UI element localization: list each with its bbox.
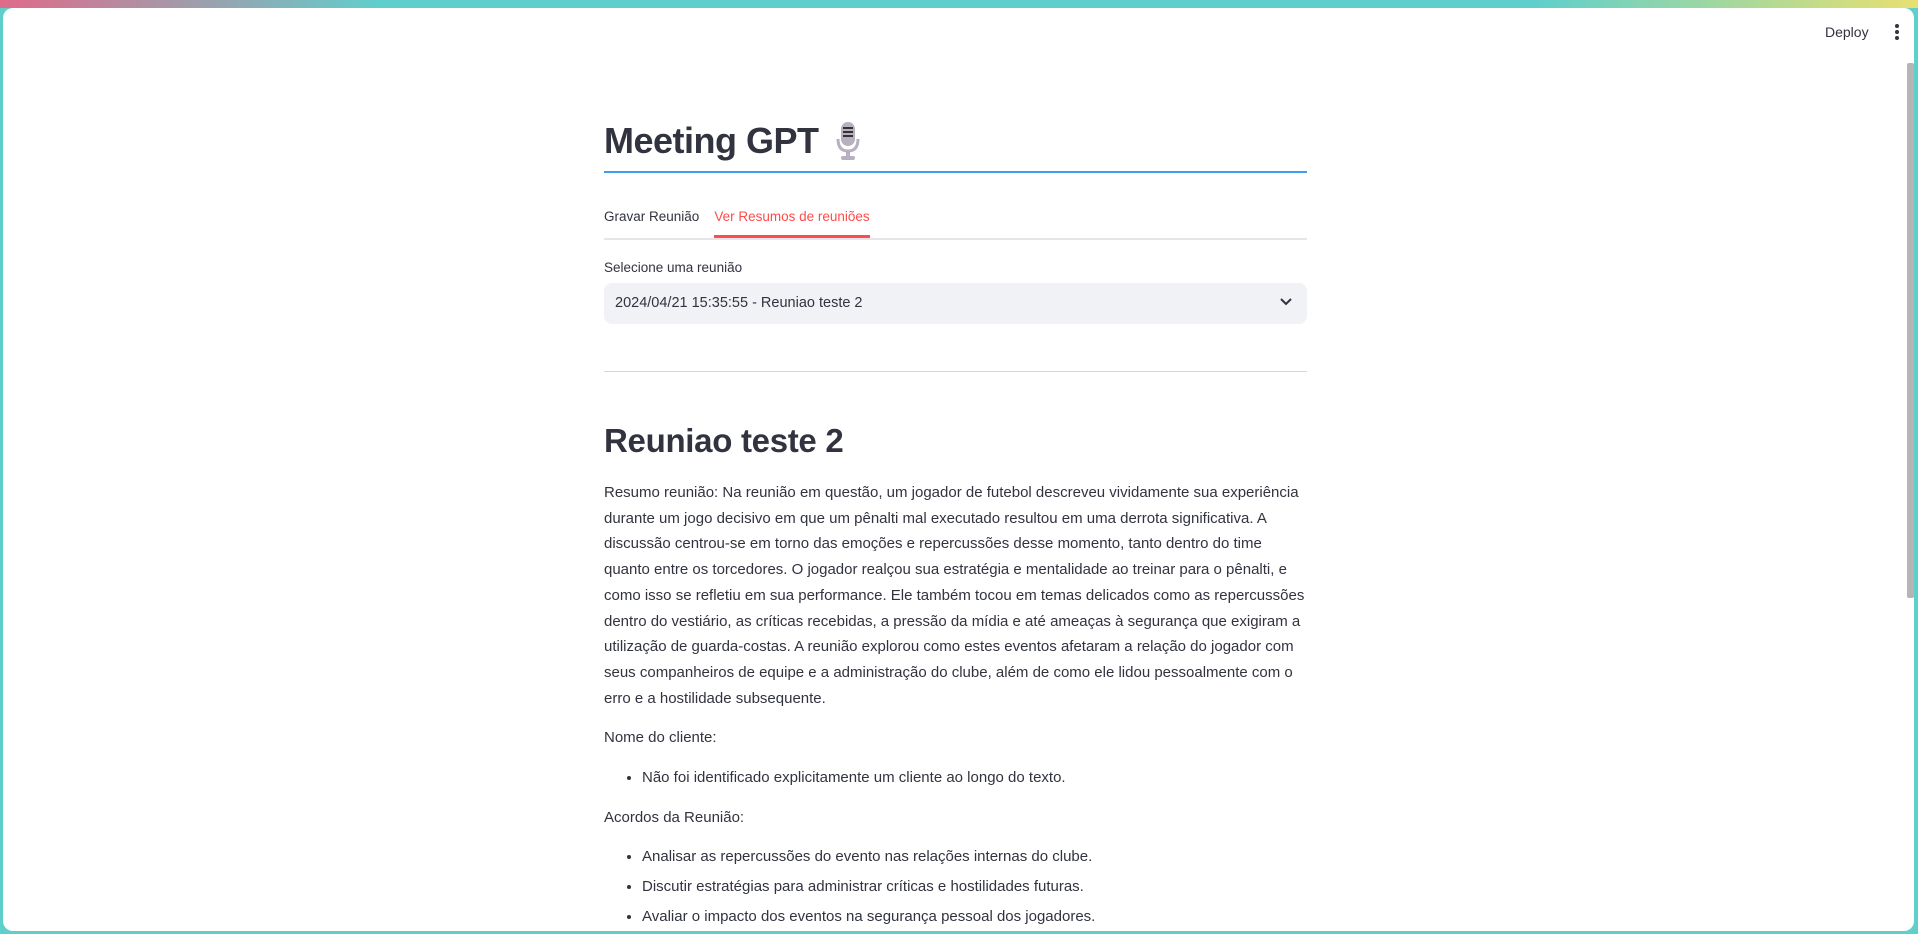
tab-gravar-reuniao[interactable]: Gravar Reunião <box>604 203 699 236</box>
tab-ver-resumos[interactable]: Ver Resumos de reuniões <box>714 203 870 238</box>
tab-bar: Gravar Reunião Ver Resumos de reuniões <box>604 203 1307 240</box>
select-value: 2024/04/21 15:35:55 - Reuniao teste 2 <box>615 295 863 311</box>
title-divider <box>604 171 1307 173</box>
kebab-menu-icon[interactable] <box>1891 22 1903 44</box>
list-item: Discutir estratégias para administrar cr… <box>642 874 1307 900</box>
meeting-summary-body: Resumo reunião: Na reunião em questão, u… <box>604 480 1307 931</box>
agreements-list: Analisar as repercussões do evento nas r… <box>604 844 1307 929</box>
divider <box>604 371 1307 372</box>
chevron-down-icon <box>1280 298 1292 306</box>
list-item: Avaliar o impacto dos eventos na seguran… <box>642 904 1307 930</box>
client-list: Não foi identificado explicitamente um c… <box>604 765 1307 791</box>
list-item: Não foi identificado explicitamente um c… <box>642 765 1307 791</box>
window-top-accent <box>0 0 1918 8</box>
page-title: Meeting GPT <box>604 120 819 161</box>
select-label: Selecione uma reunião <box>604 260 743 275</box>
deploy-button[interactable]: Deploy <box>1825 24 1869 40</box>
app-window: Deploy Meeting GPT Gravar Reunião Ver Re… <box>3 8 1914 931</box>
meeting-title: Reuniao teste 2 <box>604 422 844 459</box>
studio-microphone-icon <box>836 122 860 160</box>
list-item: Analisar as repercussões do evento nas r… <box>642 844 1307 870</box>
title-row: Meeting GPT <box>604 120 861 162</box>
scrollbar[interactable] <box>1907 63 1914 598</box>
meeting-select[interactable]: 2024/04/21 15:35:55 - Reuniao teste 2 <box>604 283 1307 324</box>
agreements-label: Acordos da Reunião: <box>604 808 745 826</box>
summary-text: Resumo reunião: Na reunião em questão, u… <box>604 484 1305 707</box>
client-label: Nome do cliente: <box>604 729 717 747</box>
